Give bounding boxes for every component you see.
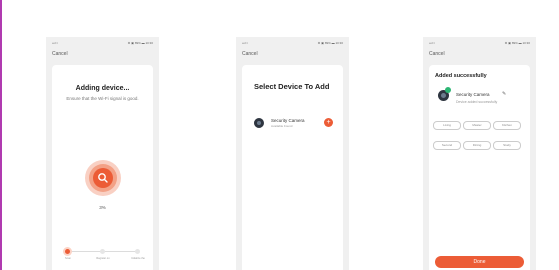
device-list-item[interactable]: Security Camera Available Found + bbox=[254, 117, 333, 131]
phone-screen-adding: ••ıl ≈ ⚙ ▣ 89% ▬ 10:30 Cancel Adding dev… bbox=[46, 37, 159, 270]
room-chip[interactable]: Second bbox=[433, 141, 461, 150]
status-signal: ••ıl ≈ bbox=[429, 41, 436, 45]
cancel-button[interactable]: Cancel bbox=[242, 51, 258, 57]
room-chip[interactable]: Dining bbox=[463, 141, 491, 150]
step-label: Register on bbox=[96, 257, 110, 260]
page-left-border bbox=[0, 0, 2, 270]
search-icon bbox=[93, 168, 113, 188]
progress-ring-inner bbox=[89, 164, 117, 192]
page-subtitle: Ensure that the Wi-Fi signal is good. bbox=[66, 96, 139, 101]
device-status: Available Found bbox=[271, 124, 293, 128]
page-title: Adding device... bbox=[75, 85, 130, 92]
cancel-button[interactable]: Cancel bbox=[52, 51, 68, 57]
cancel-button[interactable]: Cancel bbox=[429, 51, 445, 57]
progress-ring bbox=[85, 160, 121, 196]
room-chip[interactable]: Kitchen bbox=[493, 121, 521, 130]
pencil-icon[interactable]: ✎ bbox=[502, 91, 506, 97]
device-name: Security Camera bbox=[271, 118, 305, 123]
status-battery: ⚙ ▣ 89% ▬ 10:30 bbox=[317, 41, 343, 45]
step-label: Scan bbox=[65, 257, 71, 260]
select-card: Select Device To Add Security Camera Ava… bbox=[242, 65, 343, 270]
step-dot-initialize bbox=[135, 249, 140, 254]
check-icon bbox=[445, 87, 451, 93]
page-title: Added successfully bbox=[435, 73, 487, 79]
device-status: Device added successfully bbox=[456, 100, 498, 104]
device-name: Security Camera bbox=[456, 92, 490, 97]
success-card: Added successfully Security Camera ✎ Dev… bbox=[429, 65, 530, 270]
room-options: Living Master Kitchen Second Dining Study bbox=[433, 113, 529, 153]
status-bar: ••ıl ≈ ⚙ ▣ 89% ▬ 10:30 bbox=[429, 41, 530, 47]
step-dot-scan bbox=[65, 249, 70, 254]
status-battery: ⚙ ▣ 89% ▬ 10:30 bbox=[504, 41, 530, 45]
status-signal: ••ıl ≈ bbox=[52, 41, 59, 45]
camera-icon bbox=[254, 118, 264, 128]
status-battery: ⚙ ▣ 89% ▬ 10:30 bbox=[127, 41, 153, 45]
phone-screen-select: ••ıl ≈ ⚙ ▣ 89% ▬ 10:30 Cancel Select Dev… bbox=[236, 37, 349, 270]
room-chip[interactable]: Living bbox=[433, 121, 461, 130]
plus-icon[interactable]: + bbox=[324, 118, 333, 127]
room-chip[interactable]: Master bbox=[463, 121, 491, 130]
status-bar: ••ıl ≈ ⚙ ▣ 89% ▬ 10:30 bbox=[52, 41, 153, 47]
status-signal: ••ıl ≈ bbox=[242, 41, 249, 45]
room-chip[interactable]: Study bbox=[493, 141, 521, 150]
status-bar: ••ıl ≈ ⚙ ▣ 89% ▬ 10:30 bbox=[242, 41, 343, 47]
done-button[interactable]: Done bbox=[435, 256, 524, 268]
step-connector bbox=[68, 251, 103, 252]
step-label: Initialize the bbox=[131, 257, 145, 260]
phone-screen-success: ••ıl ≈ ⚙ ▣ 89% ▬ 10:30 Cancel Added succ… bbox=[423, 37, 536, 270]
step-dot-register bbox=[100, 249, 105, 254]
page-title: Select Device To Add bbox=[254, 82, 330, 91]
adding-card: Adding device... Ensure that the Wi-Fi s… bbox=[52, 65, 153, 270]
progress-percent: 3% bbox=[99, 205, 106, 210]
step-indicator: Scan Register on Initialize the bbox=[64, 249, 145, 261]
step-connector bbox=[104, 251, 138, 252]
